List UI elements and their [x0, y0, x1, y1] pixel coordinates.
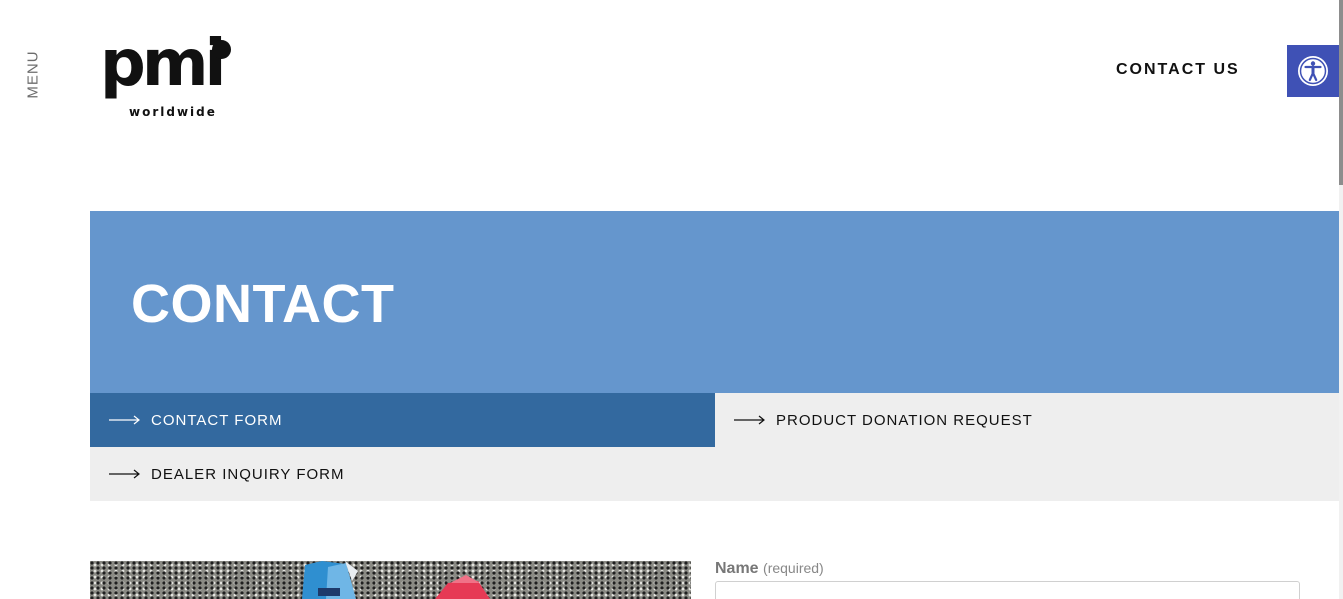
contact-subnav: CONTACT FORM PRODUCT DONATION REQUEST DE…: [90, 393, 1339, 501]
arrow-right-icon: [109, 469, 141, 479]
subnav-item-label: CONTACT FORM: [151, 411, 283, 429]
name-field-label: Name (required): [715, 560, 824, 578]
logo-wordmark: pmi: [100, 27, 226, 101]
logo-dot: [212, 40, 231, 59]
contact-photo: [90, 561, 691, 599]
name-label-text: Name: [715, 560, 759, 577]
required-indicator: (required): [763, 560, 824, 576]
page-scrollbar[interactable]: [1339, 0, 1343, 599]
scrollbar-thumb[interactable]: [1339, 0, 1343, 185]
accessibility-toggle-button[interactable]: [1287, 45, 1339, 97]
name-input[interactable]: [715, 581, 1300, 599]
logo-tagline: worldwide: [129, 105, 217, 119]
menu-label[interactable]: MENU: [25, 50, 42, 98]
subnav-item-dealer-inquiry-form[interactable]: DEALER INQUIRY FORM: [90, 447, 715, 501]
photo-objects: [302, 561, 490, 599]
site-logo[interactable]: pmi worldwide: [100, 32, 235, 122]
subnav-item-product-donation-request[interactable]: PRODUCT DONATION REQUEST: [715, 393, 1339, 447]
subnav-item-label: PRODUCT DONATION REQUEST: [776, 411, 1033, 429]
subnav-item-contact-form[interactable]: CONTACT FORM: [90, 393, 715, 447]
arrow-right-icon: [734, 415, 766, 425]
page-hero-banner: CONTACT: [90, 211, 1339, 393]
menu-toggle[interactable]: MENU: [24, 50, 42, 98]
contact-us-link[interactable]: CONTACT US: [1116, 61, 1240, 79]
arrow-right-icon: [109, 415, 141, 425]
subnav-item-label: DEALER INQUIRY FORM: [151, 465, 345, 483]
accessibility-icon: [1298, 56, 1328, 86]
page-title: CONTACT: [131, 274, 395, 334]
